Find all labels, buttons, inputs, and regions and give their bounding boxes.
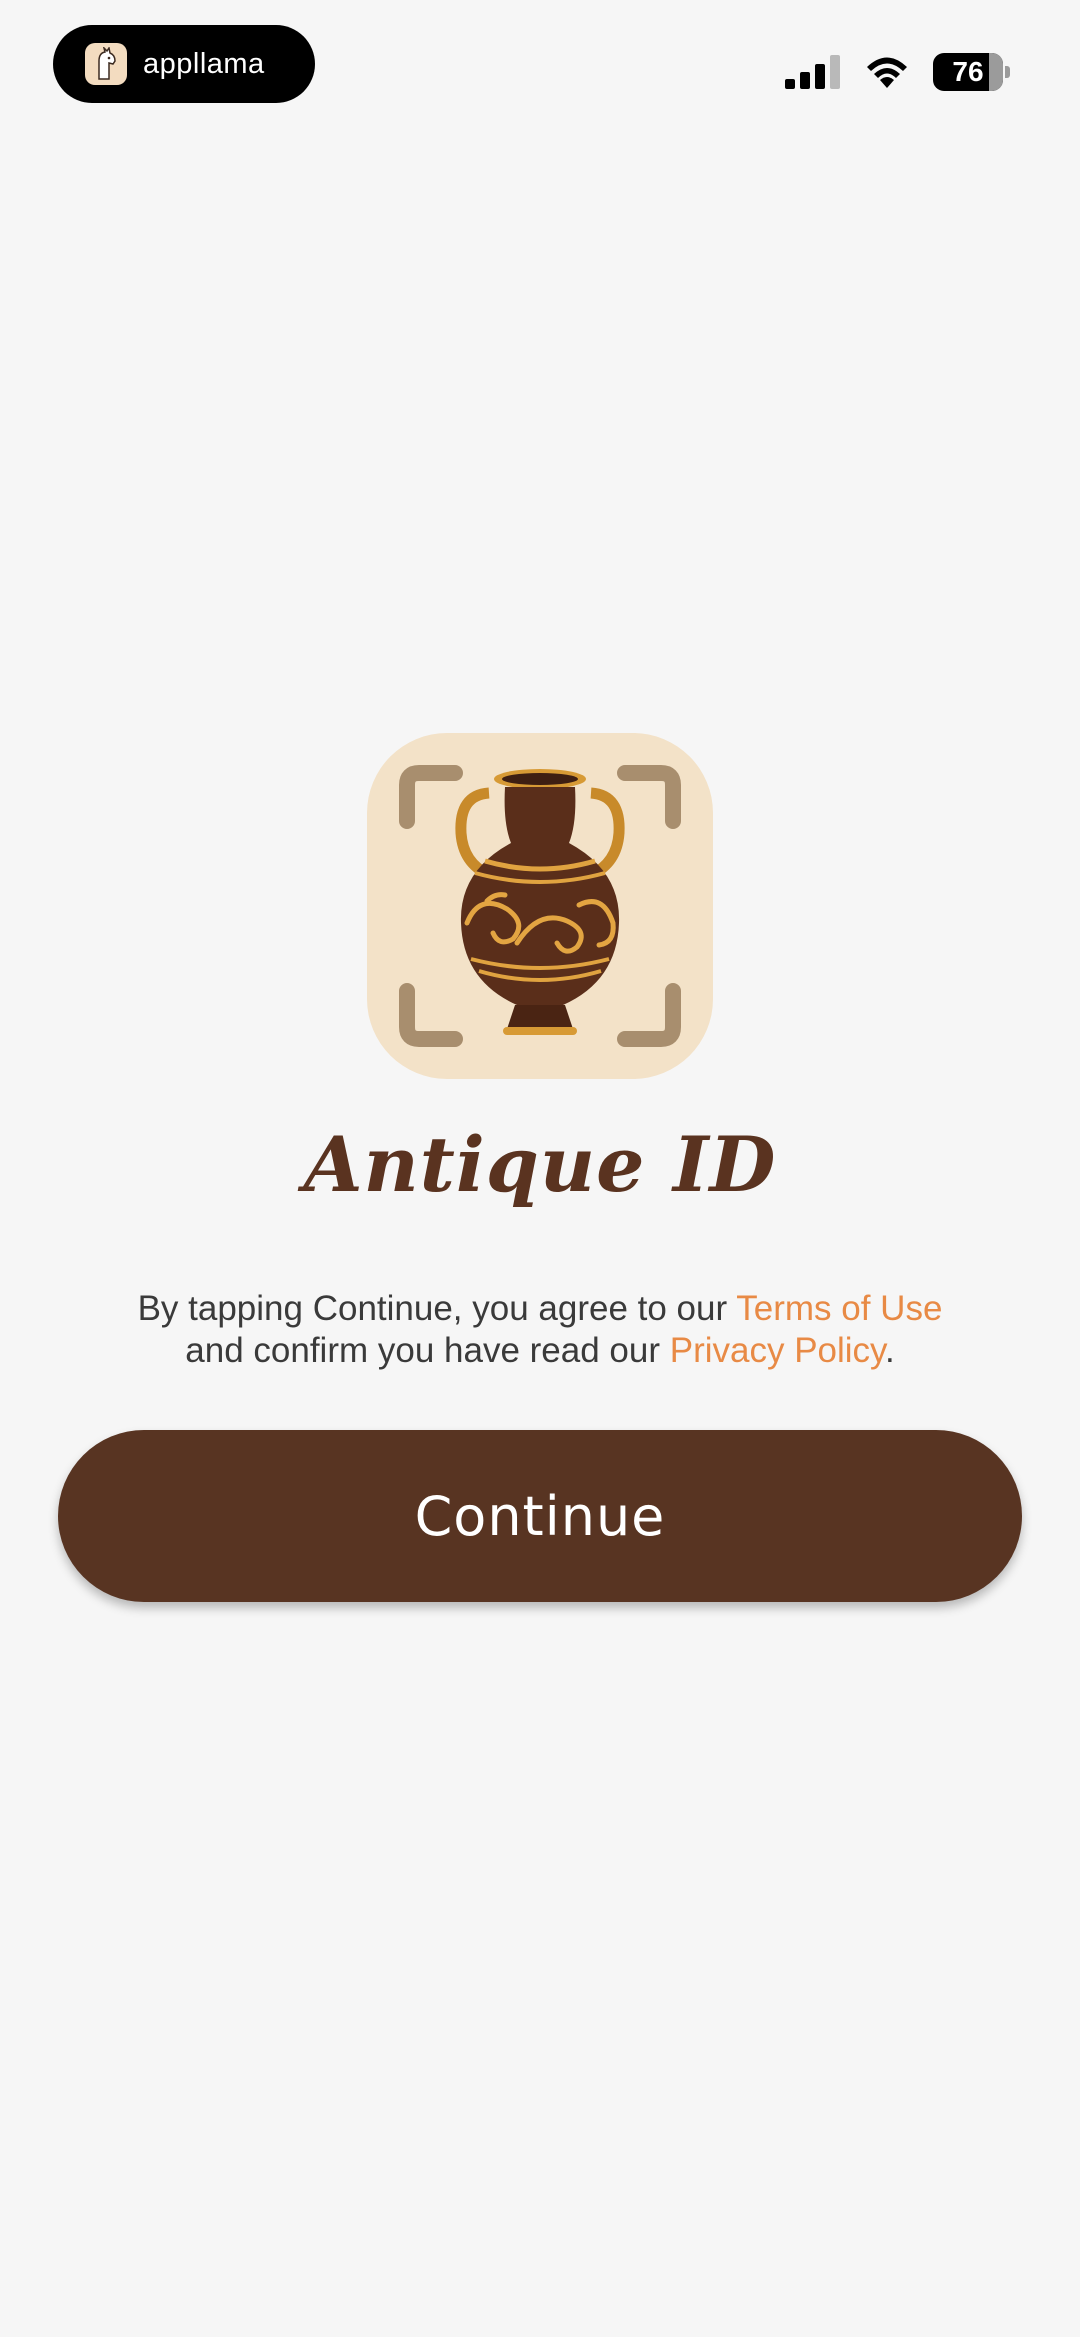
appllama-badge: appllama [53, 25, 315, 103]
signal-icon [785, 55, 840, 89]
legal-line-2-text: and confirm you have read our [185, 1331, 670, 1370]
legal-line-1-text: By tapping Continue, you agree to our [137, 1289, 737, 1328]
privacy-policy-link[interactable]: Privacy Policy [670, 1331, 885, 1370]
battery-icon: 76 [933, 53, 1003, 91]
terms-of-use-link[interactable]: Terms of Use [736, 1289, 942, 1328]
continue-button[interactable]: Continue [58, 1430, 1022, 1602]
app-icon [367, 733, 713, 1079]
legal-line-2-suffix: . [884, 1331, 895, 1370]
app-badge-name: appllama [143, 47, 265, 80]
legal-line-1: By tapping Continue, you agree to our Te… [0, 1288, 1080, 1330]
status-icons: 76 [785, 50, 1010, 94]
battery-percent: 76 [952, 56, 984, 87]
llama-logo-icon [85, 43, 127, 85]
legal-text: By tapping Continue, you agree to our Te… [0, 1288, 1080, 1372]
amphora-scan-icon [399, 765, 681, 1047]
wifi-icon [867, 57, 907, 88]
app-title: Antique ID [303, 1120, 777, 1209]
legal-line-2: and confirm you have read our Privacy Po… [0, 1330, 1080, 1372]
